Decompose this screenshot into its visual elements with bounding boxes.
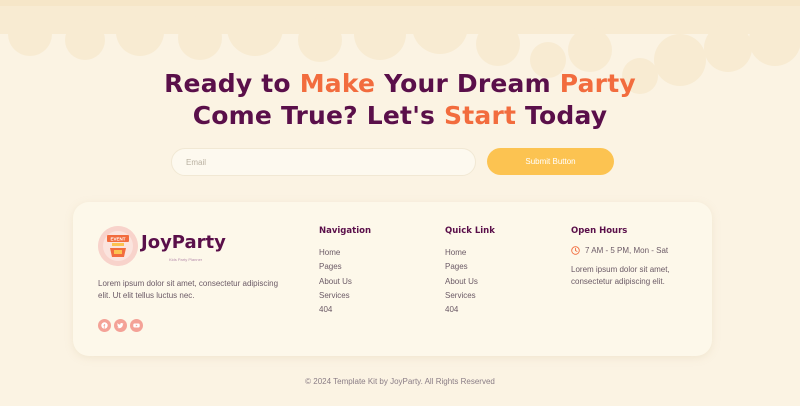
about-text: Lorem ipsum dolor sit amet, consectetur … [98,279,279,300]
quick-link-pages[interactable]: Pages [445,260,495,274]
navigation-column: Navigation Home Pages About Us Services … [319,226,371,317]
submit-button[interactable]: Submit Button [487,148,614,175]
headline-text: Your Dream [375,69,560,98]
footer-card: EVENT JoyParty Kids Party Planner Lorem … [73,202,712,356]
subscribe-form: Submit Button [171,148,614,176]
nav-link-about-us[interactable]: About Us [319,275,371,289]
social-links [98,319,143,332]
headline-text: Ready to [164,69,300,98]
nav-link-services[interactable]: Services [319,289,371,303]
hero-headline: Ready to Make Your Dream Party Come True… [0,68,800,132]
quick-link-title: Quick Link [445,226,495,236]
open-hours-column: Open Hours 7 AM - 5 PM, Mon - Sat Lorem … [571,226,681,288]
quick-link-home[interactable]: Home [445,246,495,260]
nav-link-404[interactable]: 404 [319,303,371,317]
hours-time: 7 AM - 5 PM, Mon - Sat [585,246,669,255]
headline-accent: Party [559,69,636,98]
nav-link-pages[interactable]: Pages [319,260,371,274]
facebook-icon[interactable] [98,319,111,332]
email-input[interactable] [171,148,476,176]
nav-link-home[interactable]: Home [319,246,371,260]
logo-badge-text: EVENT [110,237,125,242]
quick-link-about-us[interactable]: About Us [445,275,495,289]
quick-link-column: Quick Link Home Pages About Us Services … [445,226,495,317]
copyright-text: © 2024 Template Kit by JoyParty. All Rig… [305,377,495,386]
headline-accent: Start [444,101,517,130]
twitter-icon[interactable] [114,319,127,332]
headline-text: Today [516,101,608,130]
hero-section: Ready to Make Your Dream Party Come True… [0,68,800,132]
headline-accent: Make [299,69,376,98]
navigation-title: Navigation [319,226,371,236]
quick-link-404[interactable]: 404 [445,303,495,317]
clock-icon [571,246,580,255]
hours-description: Lorem ipsum dolor sit amet, consectetur … [571,265,670,286]
youtube-icon[interactable] [130,319,143,332]
brand-name: JoyParty [141,232,226,253]
party-logo-icon: EVENT [98,226,138,266]
open-hours-title: Open Hours [571,226,628,236]
hours-line: 7 AM - 5 PM, Mon - Sat [571,246,681,255]
headline-text: Come True? Let's [192,101,445,130]
quick-link-services[interactable]: Services [445,289,495,303]
brand-tagline: Kids Party Planner [169,257,203,262]
